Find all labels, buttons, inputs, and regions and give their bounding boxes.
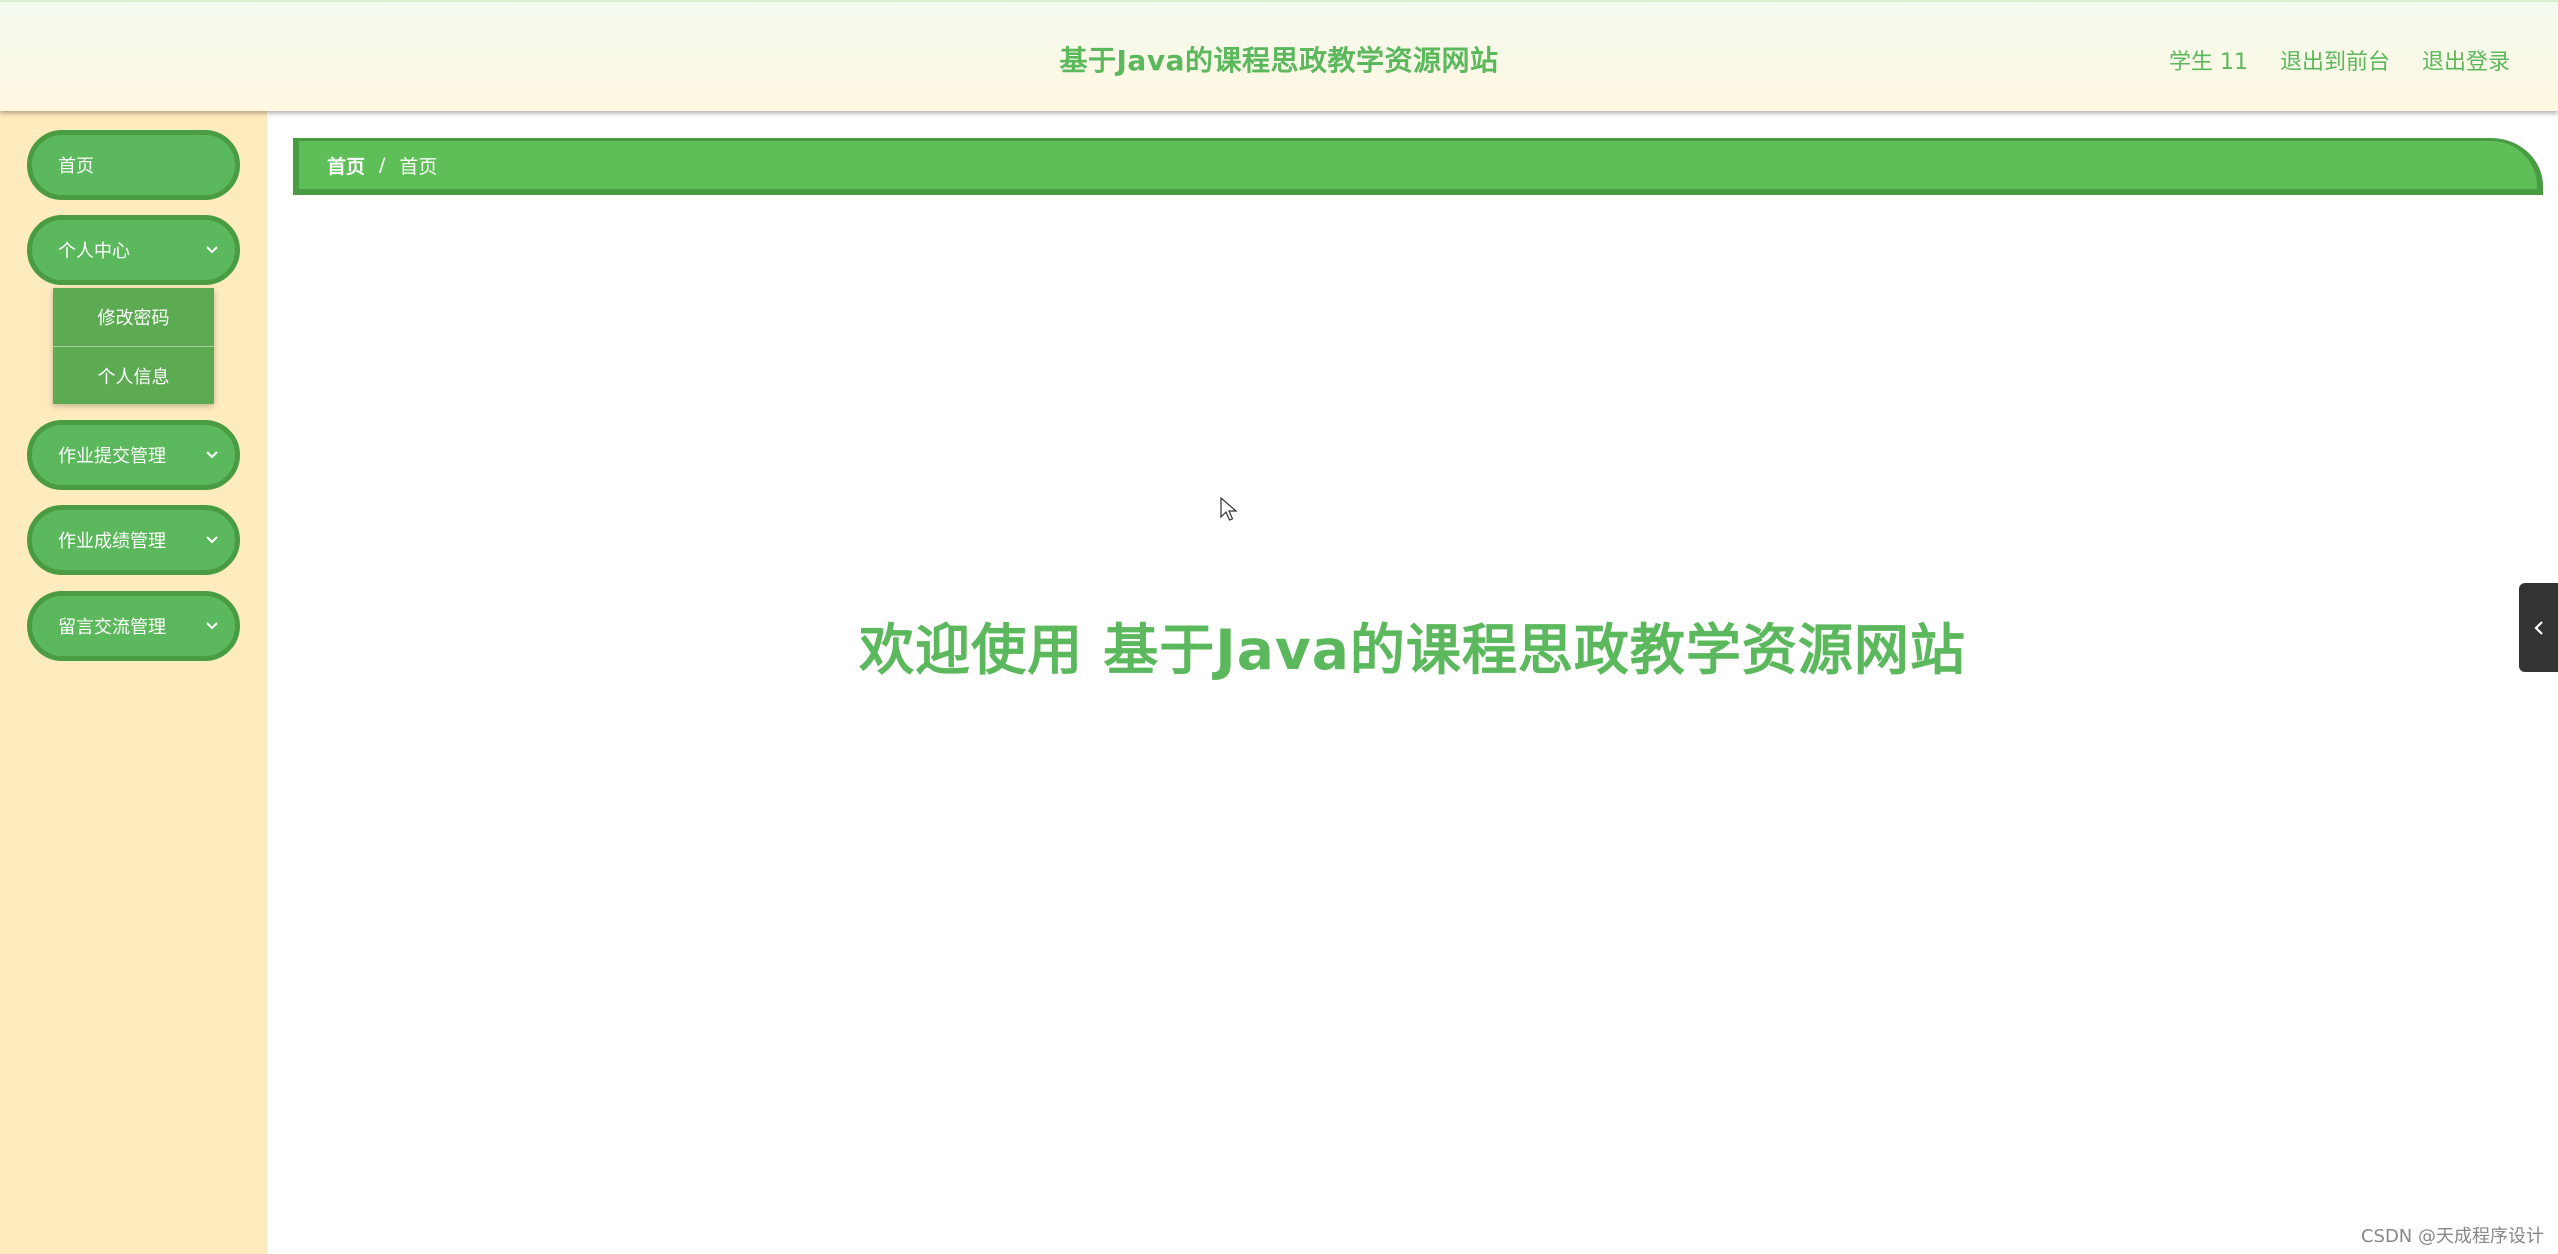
chevron-left-icon — [2533, 620, 2543, 635]
sidebar-item-home[interactable]: 首页 — [27, 130, 240, 200]
submenu-personal-center: 修改密码 个人信息 — [53, 288, 214, 404]
chevron-down-icon — [206, 451, 218, 459]
top-header: 基于Java的课程思政教学资源网站 学生 11 退出到前台 退出登录 — [0, 0, 2558, 111]
sidebar-item-label: 首页 — [58, 156, 94, 177]
sidebar-item-personal-center[interactable]: 个人中心 — [27, 215, 240, 285]
sidebar-item-homework-submission[interactable]: 作业提交管理 — [27, 420, 240, 490]
breadcrumb-item-current: 首页 — [399, 155, 438, 178]
chevron-down-icon — [206, 536, 218, 544]
sidebar-item-label: 个人中心 — [58, 241, 130, 262]
breadcrumb: 首页 / 首页 — [293, 138, 2543, 195]
submenu-item-change-password[interactable]: 修改密码 — [53, 288, 214, 346]
breadcrumb-item-home[interactable]: 首页 — [327, 152, 365, 179]
sidebar-item-message-board[interactable]: 留言交流管理 — [27, 591, 240, 661]
watermark: CSDN @天成程序设计 — [2360, 1226, 2544, 1247]
current-user-link[interactable]: 学生 11 — [2169, 44, 2248, 76]
sidebar: 首页 个人中心 修改密码 个人信息 作业提交管理 作业成绩管理 留言交流管理 — [0, 111, 267, 1254]
breadcrumb-separator: / — [379, 154, 386, 176]
submenu-item-personal-info[interactable]: 个人信息 — [53, 346, 214, 404]
mouse-cursor-icon — [1220, 497, 1238, 521]
chevron-down-icon — [206, 246, 218, 254]
sidebar-item-label: 留言交流管理 — [58, 617, 166, 638]
chevron-down-icon — [206, 622, 218, 630]
sidebar-item-homework-grades[interactable]: 作业成绩管理 — [27, 505, 240, 575]
header-links: 学生 11 退出到前台 退出登录 — [2137, 44, 2510, 76]
exit-to-frontend-link[interactable]: 退出到前台 — [2280, 44, 2390, 76]
logout-link[interactable]: 退出登录 — [2422, 44, 2510, 76]
sidebar-item-label: 作业成绩管理 — [58, 531, 166, 552]
welcome-message: 欢迎使用 基于Java的课程思政教学资源网站 — [859, 618, 1966, 682]
side-panel-toggle[interactable] — [2519, 583, 2558, 672]
sidebar-item-label: 作业提交管理 — [58, 446, 166, 467]
